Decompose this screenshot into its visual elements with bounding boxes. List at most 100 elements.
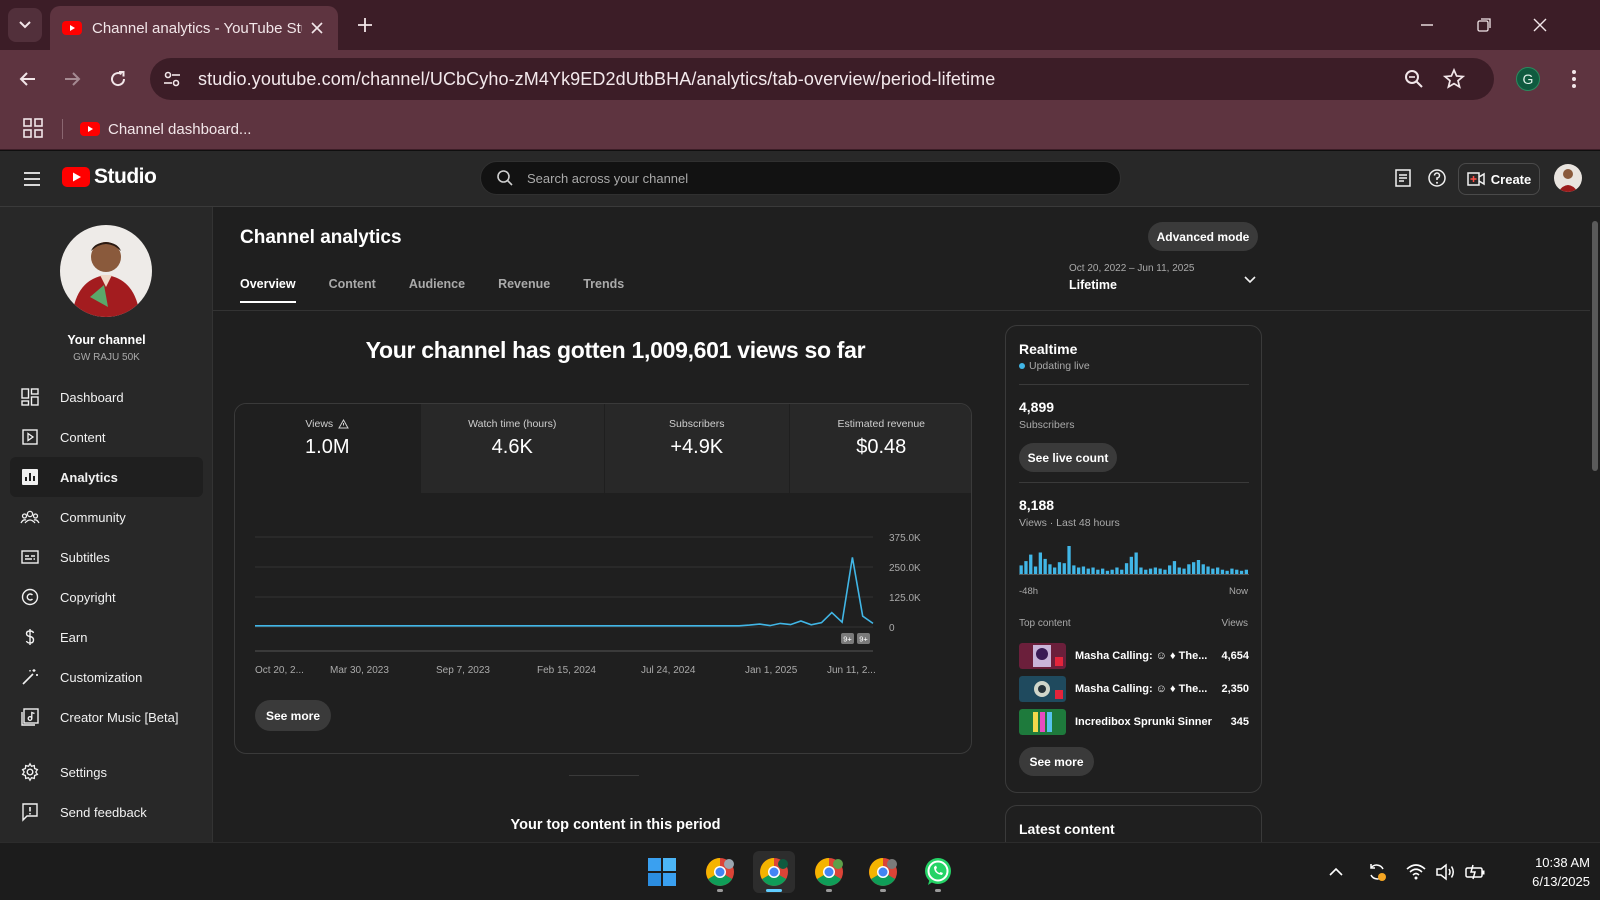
tab-content[interactable]: Content — [329, 277, 376, 303]
realtime-bar[interactable] — [1124, 563, 1129, 574]
realtime-bar[interactable] — [1239, 570, 1244, 574]
realtime-bar[interactable] — [1153, 567, 1157, 575]
system-clock[interactable]: 10:38 AM 6/13/2025 — [1500, 853, 1590, 891]
views-line-chart[interactable]: 375.0K 250.0K 125.0K 0 Oct 20, 2... Mar 30, 2… — [235, 493, 972, 693]
realtime-bar[interactable] — [1168, 565, 1172, 574]
realtime-bar[interactable] — [1038, 552, 1042, 575]
browser-tab-active[interactable]: Channel analytics - YouTube Studio — [50, 6, 338, 50]
metric-views[interactable]: Views 1.0M — [235, 404, 420, 493]
realtime-bar[interactable] — [1148, 568, 1153, 574]
realtime-bar[interactable] — [1096, 569, 1100, 574]
realtime-bar[interactable] — [1048, 564, 1052, 574]
channel-avatar[interactable] — [60, 225, 152, 317]
realtime-bar[interactable] — [1033, 566, 1038, 575]
sidebar-item-creator-music[interactable]: Creator Music [Beta] — [10, 697, 203, 737]
realtime-bar[interactable] — [1024, 561, 1028, 574]
realtime-bar[interactable] — [1091, 567, 1095, 575]
sidebar-item-dashboard[interactable]: Dashboard — [10, 377, 203, 417]
new-tab-button[interactable] — [354, 14, 376, 36]
realtime-bar[interactable] — [1062, 563, 1066, 574]
realtime-bar[interactable] — [1081, 566, 1086, 575]
realtime-bar[interactable] — [1067, 546, 1071, 574]
realtime-bar[interactable] — [1211, 568, 1215, 574]
realtime-bar[interactable] — [1220, 569, 1225, 574]
sidebar-item-analytics[interactable]: Analytics — [10, 457, 203, 497]
sidebar-item-customization[interactable]: Customization — [10, 657, 203, 697]
realtime-bar[interactable] — [1072, 565, 1076, 574]
top-content-row[interactable]: Incredibox Sprunki Sinner E... 345 — [1019, 708, 1249, 736]
see-live-count-button[interactable]: See live count — [1019, 443, 1117, 472]
realtime-bar[interactable] — [1086, 568, 1090, 574]
realtime-bar[interactable] — [1235, 569, 1239, 574]
taskbar-chrome-2[interactable] — [753, 851, 795, 893]
realtime-bar[interactable] — [1216, 567, 1220, 575]
realtime-bar[interactable] — [1101, 568, 1105, 574]
taskbar-chrome-4[interactable] — [862, 851, 904, 893]
series-line-views[interactable] — [255, 557, 874, 627]
realtime-bar[interactable] — [1196, 560, 1201, 574]
realtime-bar[interactable] — [1158, 568, 1162, 574]
close-window-button[interactable] — [1528, 13, 1552, 37]
realtime-bar[interactable] — [1177, 567, 1181, 575]
realtime-bar[interactable] — [1029, 554, 1033, 574]
see-more-button[interactable]: See more — [255, 700, 331, 731]
forward-button[interactable] — [60, 67, 84, 91]
site-info-button[interactable] — [154, 61, 190, 97]
tab-trends[interactable]: Trends — [583, 277, 624, 303]
bookmark-channel-dashboard[interactable]: Channel dashboard... — [80, 116, 251, 142]
realtime-bar[interactable] — [1144, 569, 1148, 574]
battery-icon[interactable] — [1464, 861, 1486, 883]
realtime-bar-chart[interactable] — [1019, 544, 1249, 576]
realtime-bar[interactable] — [1244, 569, 1248, 574]
address-bar[interactable]: studio.youtube.com/channel/UCbCyho-zM4Yk… — [150, 58, 1494, 100]
browser-menu-button[interactable] — [1562, 67, 1586, 91]
create-button[interactable]: Create — [1458, 163, 1540, 195]
sidebar-item-community[interactable]: Community — [10, 497, 203, 537]
browser-profile-avatar[interactable]: G — [1516, 67, 1540, 91]
realtime-bar[interactable] — [1043, 558, 1047, 574]
realtime-bar[interactable] — [1120, 569, 1124, 574]
start-button[interactable] — [641, 851, 683, 893]
top-content-row[interactable]: Masha Calling: ☺ ♦ The... 2,350 — [1019, 675, 1249, 703]
restore-button[interactable] — [1472, 13, 1496, 37]
realtime-bar[interactable] — [1201, 564, 1205, 574]
tab-close-button[interactable] — [308, 19, 326, 37]
chevron-up-icon[interactable] — [1325, 861, 1347, 883]
realtime-bar[interactable] — [1139, 567, 1143, 575]
taskbar-whatsapp[interactable] — [917, 851, 959, 893]
help-icon[interactable] — [1426, 167, 1448, 189]
realtime-bar[interactable] — [1187, 564, 1191, 574]
zoom-icon[interactable] — [1402, 67, 1426, 91]
search-bar[interactable] — [480, 161, 1121, 195]
metric-watch-time[interactable]: Watch time (hours) 4.6K — [419, 404, 604, 493]
realtime-bar[interactable] — [1134, 552, 1138, 575]
volume-icon[interactable] — [1434, 861, 1456, 883]
sidebar-item-send-feedback[interactable]: Send feedback — [10, 792, 203, 832]
messages-icon[interactable] — [1392, 167, 1414, 189]
realtime-bar[interactable] — [1172, 561, 1177, 574]
sidebar-item-copyright[interactable]: Copyright — [10, 577, 203, 617]
sidebar-item-subtitles[interactable]: Subtitles — [10, 537, 203, 577]
realtime-bar[interactable] — [1105, 570, 1110, 574]
realtime-bar[interactable] — [1077, 567, 1081, 575]
sync-icon[interactable] — [1366, 861, 1388, 883]
back-button[interactable] — [16, 67, 40, 91]
period-selector[interactable]: Oct 20, 2022 – Jun 11, 2025 Lifetime — [1069, 263, 1264, 292]
realtime-bar[interactable] — [1053, 567, 1057, 575]
sidebar-item-settings[interactable]: Settings — [10, 752, 203, 792]
realtime-bar[interactable] — [1019, 565, 1023, 574]
studio-logo[interactable]: Studio — [62, 165, 157, 189]
taskbar-chrome-3[interactable] — [808, 851, 850, 893]
realtime-bar[interactable] — [1129, 556, 1133, 574]
scrollbar-thumb[interactable] — [1592, 221, 1598, 471]
reload-button[interactable] — [106, 67, 130, 91]
sidebar-item-content[interactable]: Content — [10, 417, 203, 457]
realtime-bar[interactable] — [1163, 569, 1167, 574]
metric-subscribers[interactable]: Subscribers +4.9K — [604, 404, 789, 493]
search-input[interactable] — [527, 170, 1067, 186]
minimize-button[interactable] — [1415, 13, 1439, 37]
metric-revenue[interactable]: Estimated revenue $0.48 — [788, 404, 971, 493]
tab-audience[interactable]: Audience — [409, 277, 465, 303]
tab-search-button[interactable] — [8, 8, 42, 42]
tab-revenue[interactable]: Revenue — [498, 277, 550, 303]
